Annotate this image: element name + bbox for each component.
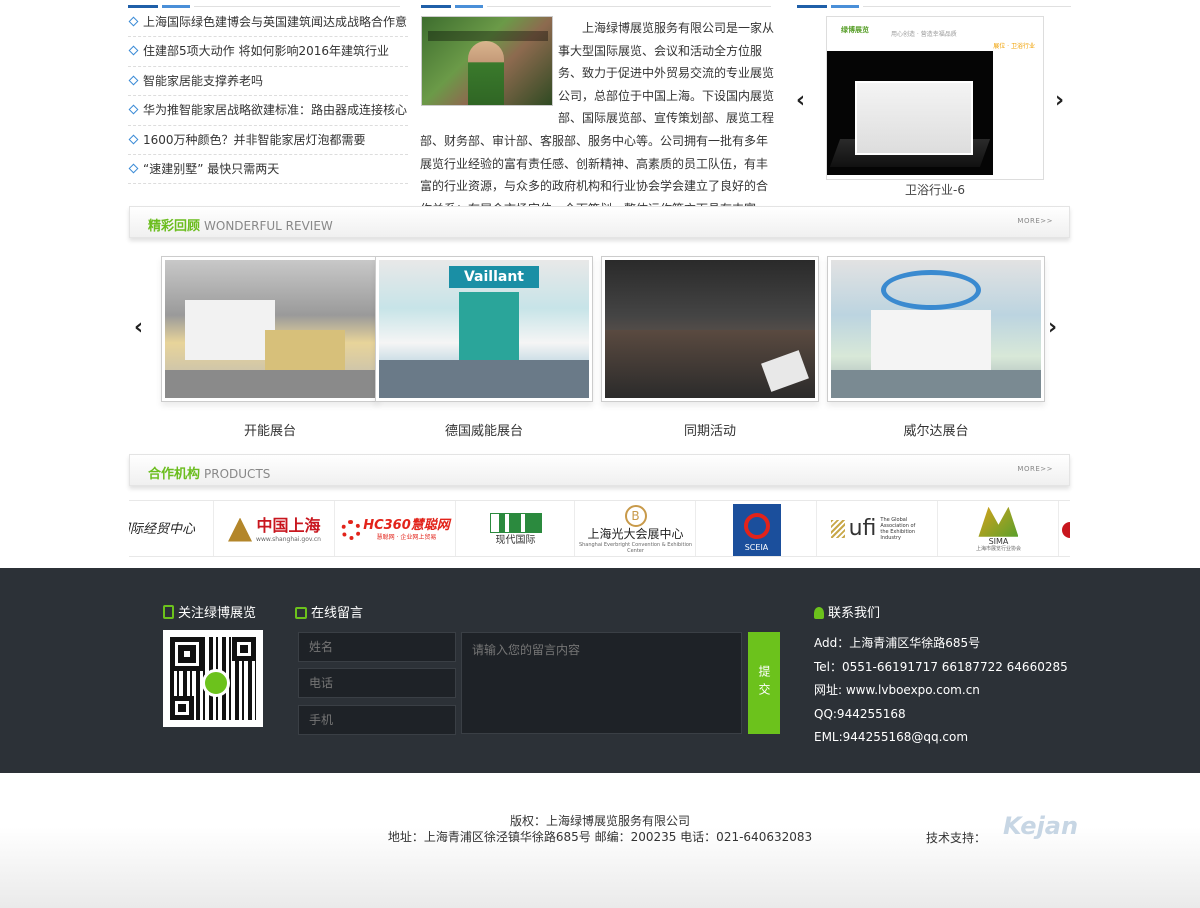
news-item-title[interactable]: 1600万种颜色？并非智能家居灯泡都需要	[143, 133, 366, 147]
shanghai-emblem-icon	[228, 517, 253, 542]
gallery-photo[interactable]	[605, 260, 815, 398]
review-title-cn: 精彩回顾	[148, 219, 201, 234]
sima-emblem-icon	[978, 506, 1019, 537]
contact-title: 联系我们	[814, 602, 880, 621]
diamond-bullet-icon	[128, 75, 139, 86]
featured-tag: 展位 · 卫浴行业	[993, 43, 1035, 50]
news-item[interactable]: 1600万种颜色？并非智能家居灯泡都需要	[128, 126, 408, 155]
partner-logo[interactable]: 国际经贸中心	[129, 501, 214, 556]
news-item[interactable]: 华为推智能家居战略欲建标准：路由器成连接核心	[128, 96, 408, 126]
featured-prev-arrow-icon[interactable]: ‹	[796, 90, 805, 112]
follow-title: 关注绿博展览	[163, 602, 256, 621]
about-accent-line	[421, 5, 771, 8]
diamond-bullet-icon	[128, 104, 139, 115]
partner-logo[interactable]: SIMA 上海市展览行业协会	[939, 501, 1059, 556]
mail-icon	[295, 607, 307, 619]
gallery-caption[interactable]: 同期活动	[601, 420, 819, 439]
gear-icon	[341, 519, 362, 540]
phone-icon	[163, 605, 174, 619]
news-list: 上海国际绿色建博会与英国建筑闻达成战略合作意向 住建部5项大动作 将如何影响20…	[128, 8, 408, 185]
user-icon	[814, 607, 824, 619]
gallery-item[interactable]: 威尔达展台	[827, 256, 1045, 439]
featured-caption[interactable]: 卫浴行业-6	[826, 181, 1044, 198]
tech-support-label: 技术支持：	[926, 831, 987, 845]
contact-email[interactable]: EML:944255168@qq.com	[814, 726, 1068, 750]
partner-logo-partial[interactable]	[1060, 501, 1070, 556]
news-item-title[interactable]: 华为推智能家居战略欲建标准：路由器成连接核心	[143, 103, 407, 117]
ufi-stripes-icon	[830, 520, 845, 539]
news-item-title[interactable]: “速建别墅” 最快只需两天	[143, 162, 279, 176]
phone-field[interactable]	[298, 668, 456, 698]
mobile-field[interactable]	[298, 705, 456, 735]
wechat-qr-code	[163, 630, 263, 727]
review-more-link[interactable]: MORE>>	[1017, 217, 1053, 225]
diamond-bullet-icon	[128, 45, 139, 56]
partners-section-header: 合作机构 PRODUCTS MORE>>	[129, 454, 1070, 486]
sceia-emblem-icon: SCEIA	[732, 503, 781, 556]
message-title: 在线留言	[295, 602, 363, 621]
contact-info: Add：上海青浦区华徐路685号 Tel：0551-66191717 66187…	[814, 632, 1068, 750]
gallery-photo[interactable]: Vaillant	[379, 260, 589, 398]
gallery-photo[interactable]	[831, 260, 1041, 398]
partner-logo[interactable]: 中国上海 www.shanghai.gov.cn	[215, 501, 335, 556]
diamond-bullet-icon	[128, 134, 139, 145]
gallery-item[interactable]: 开能展台	[161, 256, 379, 439]
contact-website[interactable]: 网址: www.lvboexpo.com.cn	[814, 679, 1068, 703]
featured-slogan: 用心创造 · 营造幸福品质	[891, 31, 957, 38]
featured-accent-line	[797, 5, 1071, 8]
gallery-caption[interactable]: 德国威能展台	[375, 420, 593, 439]
partner-logo[interactable]: HC360慧聪网 慧聪网 · 企业网上贸易	[336, 501, 456, 556]
contact-qq: QQ:944255168	[814, 706, 906, 721]
contact-address: Add：上海青浦区华徐路685号	[814, 636, 981, 650]
submit-button[interactable]: 提交	[748, 632, 780, 734]
review-title-en: WONDERFUL REVIEW	[204, 219, 333, 233]
featured-next-arrow-icon[interactable]: ›	[1055, 90, 1064, 112]
kejan-logo[interactable]: Kejan	[1003, 812, 1078, 840]
news-item-title[interactable]: 智能家居能支撑养老吗	[143, 74, 263, 88]
news-item[interactable]: “速建别墅” 最快只需两天	[128, 155, 408, 185]
everbright-emblem-icon: B	[624, 505, 647, 528]
gallery-caption[interactable]: 开能展台	[161, 420, 379, 439]
partner-logo[interactable]: 现代国际	[457, 501, 575, 556]
message-textarea[interactable]	[461, 632, 742, 734]
partner-logo[interactable]: SCEIA	[697, 501, 817, 556]
news-item-title[interactable]: 住建部5项大动作 将如何影响2016年建筑行业	[143, 44, 389, 58]
gallery-photo[interactable]	[165, 260, 375, 398]
partner-logo[interactable]: B 上海光大会展中心 Shanghai Everbright Convention …	[576, 501, 696, 556]
news-item[interactable]: 上海国际绿色建博会与英国建筑闻达成战略合作意向	[128, 8, 408, 38]
news-item[interactable]: 住建部5项大动作 将如何影响2016年建筑行业	[128, 37, 408, 67]
gallery-item[interactable]: Vaillant 德国威能展台	[375, 256, 593, 439]
featured-brand-logo: 绿博展览	[841, 26, 869, 34]
review-gallery: 开能展台 Vaillant 德国威能展台 同期活动 威尔达展台	[0, 256, 1200, 446]
diamond-bullet-icon	[128, 16, 139, 27]
news-item-title[interactable]: 上海国际绿色建博会与英国建筑闻达成战略合作意向	[143, 15, 408, 29]
name-field[interactable]	[298, 632, 456, 662]
partner-logo[interactable]: ufi The Global Association of the Exhibi…	[818, 501, 938, 556]
partners-more-link[interactable]: MORE>>	[1017, 465, 1053, 473]
diamond-bullet-icon	[128, 163, 139, 174]
booth-photo	[827, 51, 993, 175]
modern-intl-mark-icon	[489, 512, 542, 533]
gallery-caption[interactable]: 威尔达展台	[827, 420, 1045, 439]
featured-product-image[interactable]: 绿博展览 用心创造 · 营造幸福品质 展位 · 卫浴行业	[826, 16, 1044, 180]
gallery-item[interactable]: 同期活动	[601, 256, 819, 439]
partner-logo-strip: 国际经贸中心 中国上海www.shanghai.gov.cn HC360慧聪网慧…	[129, 500, 1070, 557]
review-section-header: 精彩回顾 WONDERFUL REVIEW MORE>>	[129, 206, 1070, 238]
contact-tel: Tel：0551-66191717 66187722 64660285	[814, 659, 1068, 674]
news-item[interactable]: 智能家居能支撑养老吗	[128, 67, 408, 97]
partners-title-en: PRODUCTS	[204, 467, 271, 481]
partners-title-cn: 合作机构	[148, 467, 201, 482]
